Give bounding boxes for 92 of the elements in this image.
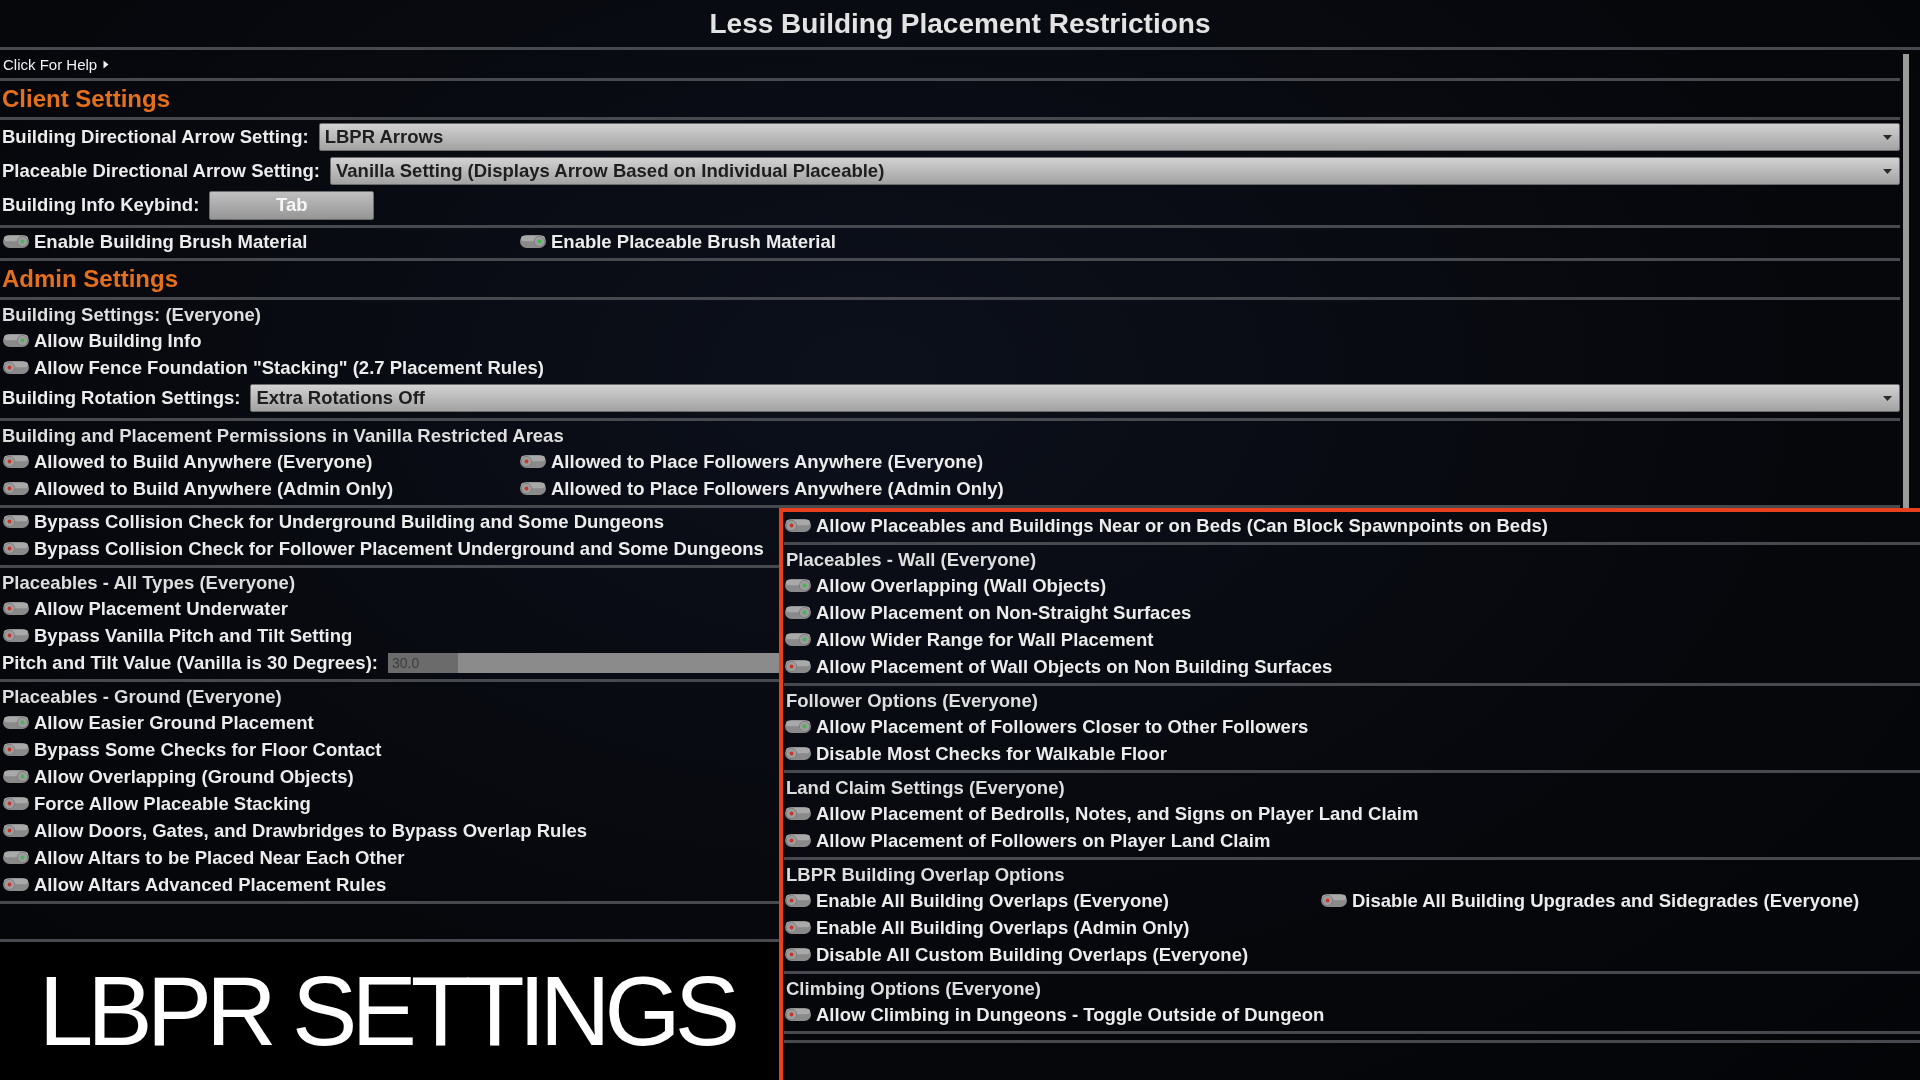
toggle-label: Allow Placement of Followers Closer to Other Followers bbox=[816, 715, 1309, 738]
setting-label: Placeable Directional Arrow Setting: bbox=[2, 160, 320, 182]
toggle-label: Allowed to Place Followers Anywhere (Admin Only) bbox=[551, 477, 1004, 500]
dropdown[interactable]: Extra Rotations Off bbox=[250, 384, 1900, 412]
toggle-switch[interactable] bbox=[785, 519, 811, 532]
dropdown[interactable]: Vanilla Setting (Displays Arrow Based on Individual Placeable) bbox=[330, 157, 1900, 185]
toggle-switch[interactable] bbox=[785, 834, 811, 847]
caption-text: LBPR SETTINGS bbox=[38, 962, 736, 1060]
toggle-switch[interactable] bbox=[785, 720, 811, 733]
toggle-label: Allowed to Place Followers Anywhere (Everyone) bbox=[551, 450, 984, 473]
group-heading: Placeables - All Types (Everyone) bbox=[2, 571, 296, 595]
toggle-switch[interactable] bbox=[3, 515, 29, 528]
group-heading: Placeables - Ground (Everyone) bbox=[2, 685, 282, 709]
toggle-label: Allow Placement of Bedrolls, Notes, and Signs on Player Land Claim bbox=[816, 802, 1419, 825]
setting-label: Building Directional Arrow Setting: bbox=[2, 126, 309, 148]
toggle-label: Allow Altars to be Placed Near Each Other bbox=[34, 846, 405, 869]
group-heading: Follower Options (Everyone) bbox=[786, 689, 1038, 713]
toggle-label: Bypass Collision Check for Underground Building and Some Dungeons bbox=[34, 510, 665, 533]
section-heading: Admin Settings bbox=[2, 265, 178, 293]
toggle-label: Allow Overlapping (Wall Objects) bbox=[816, 574, 1107, 597]
group-heading: Land Claim Settings (Everyone) bbox=[786, 776, 1065, 800]
toggle-switch[interactable] bbox=[3, 743, 29, 756]
scrollbar-thumb[interactable] bbox=[1903, 54, 1909, 508]
toggle-label: Allow Wider Range for Wall Placement bbox=[816, 628, 1154, 651]
toggle-label: Disable Most Checks for Walkable Floor bbox=[816, 742, 1167, 765]
toggle-label: Allowed to Build Anywhere (Everyone) bbox=[34, 450, 373, 473]
window-title: Less Building Placement Restrictions bbox=[709, 7, 1211, 40]
toggle-switch[interactable] bbox=[785, 921, 811, 934]
toggle-label: Bypass Vanilla Pitch and Tilt Setting bbox=[34, 624, 353, 647]
toggle-label: Allow Doors, Gates, and Drawbridges to Bypass Overlap Rules bbox=[34, 819, 588, 842]
toggle-switch[interactable] bbox=[3, 235, 29, 248]
toggle-switch[interactable] bbox=[3, 542, 29, 555]
toggle-label: Bypass Some Checks for Floor Contact bbox=[34, 738, 382, 761]
toggle-switch[interactable] bbox=[785, 894, 811, 907]
group-heading: LBPR Building Overlap Options bbox=[786, 863, 1065, 887]
toggle-label: Allow Placement Underwater bbox=[34, 597, 288, 620]
toggle-switch[interactable] bbox=[3, 361, 29, 374]
toggle-label: Enable Building Brush Material bbox=[34, 230, 308, 253]
setting-label: Building Info Keybind: bbox=[2, 194, 200, 216]
group-heading: Placeables - Wall (Everyone) bbox=[786, 548, 1037, 572]
toggle-switch[interactable] bbox=[785, 1008, 811, 1021]
toggle-label: Allow Altars Advanced Placement Rules bbox=[34, 873, 387, 896]
toggle-label: Disable All Custom Building Overlaps (Everyone) bbox=[816, 943, 1249, 966]
toggle-switch[interactable] bbox=[785, 948, 811, 961]
toggle-label: Allow Fence Foundation "Stacking" (2.7 Placement Rules) bbox=[34, 356, 544, 379]
toggle-switch[interactable] bbox=[3, 770, 29, 783]
caret-icon bbox=[1883, 168, 1892, 174]
toggle-label: Allow Overlapping (Ground Objects) bbox=[34, 765, 354, 788]
toggle-switch[interactable] bbox=[785, 747, 811, 760]
toggle-switch[interactable] bbox=[3, 878, 29, 891]
dropdown[interactable]: LBPR Arrows bbox=[318, 123, 1900, 151]
toggle-label: Allowed to Build Anywhere (Admin Only) bbox=[34, 477, 394, 500]
help-link[interactable]: Click For Help bbox=[0, 55, 110, 73]
group-heading: Building and Placement Permissions in Vanilla Restricted Areas bbox=[2, 424, 564, 448]
group-heading: Climbing Options (Everyone) bbox=[786, 977, 1041, 1001]
toggle-switch[interactable] bbox=[785, 660, 811, 673]
toggle-label: Bypass Collision Check for Follower Placement Underground and Some Dungeons bbox=[34, 537, 764, 560]
caret-icon bbox=[1883, 134, 1892, 140]
toggle-switch[interactable] bbox=[1321, 894, 1347, 907]
toggle-switch[interactable] bbox=[3, 482, 29, 495]
toggle-label: Enable Placeable Brush Material bbox=[551, 230, 836, 253]
toggle-label: Allow Easier Ground Placement bbox=[34, 711, 314, 734]
toggle-switch[interactable] bbox=[3, 851, 29, 864]
toggle-label: Allow Building Info bbox=[34, 329, 202, 352]
toggle-label: Allow Climbing in Dungeons - Toggle Outside of Dungeon bbox=[816, 1003, 1325, 1026]
toggle-switch[interactable] bbox=[785, 579, 811, 592]
toggle-label: Allow Placement on Non-Straight Surfaces bbox=[816, 601, 1192, 624]
toggle-label: Allow Placement of Followers on Player Land Claim bbox=[816, 829, 1271, 852]
toggle-switch[interactable] bbox=[785, 807, 811, 820]
setting-label: Pitch and Tilt Value (Vanilla is 30 Degrees): bbox=[2, 651, 378, 674]
toggle-label: Enable All Building Overlaps (Everyone) bbox=[816, 889, 1169, 912]
caret-icon bbox=[1883, 395, 1892, 401]
toggle-switch[interactable] bbox=[3, 797, 29, 810]
toggle-switch[interactable] bbox=[3, 455, 29, 468]
section-heading: Client Settings bbox=[2, 85, 170, 113]
toggle-label: Allow Placement of Wall Objects on Non Building Surfaces bbox=[816, 655, 1333, 678]
toggle-switch[interactable] bbox=[3, 629, 29, 642]
group-heading: Building Settings: (Everyone) bbox=[2, 303, 262, 327]
toggle-switch[interactable] bbox=[3, 334, 29, 347]
toggle-switch[interactable] bbox=[3, 602, 29, 615]
toggle-switch[interactable] bbox=[520, 235, 546, 248]
toggle-label: Enable All Building Overlaps (Admin Only) bbox=[816, 916, 1190, 939]
toggle-switch[interactable] bbox=[785, 606, 811, 619]
toggle-switch[interactable] bbox=[3, 716, 29, 729]
toggle-label: Force Allow Placeable Stacking bbox=[34, 792, 311, 815]
toggle-label: Disable All Building Upgrades and Sidegrades (Everyone) bbox=[1352, 889, 1860, 912]
setting-label: Building Rotation Settings: bbox=[2, 387, 241, 409]
toggle-switch[interactable] bbox=[520, 455, 546, 468]
toggle-switch[interactable] bbox=[520, 482, 546, 495]
toggle-switch[interactable] bbox=[3, 824, 29, 837]
toggle-switch[interactable] bbox=[785, 633, 811, 646]
toggle-label: Allow Placeables and Buildings Near or on Beds (Can Block Spawnpoints on Beds) bbox=[816, 514, 1548, 537]
